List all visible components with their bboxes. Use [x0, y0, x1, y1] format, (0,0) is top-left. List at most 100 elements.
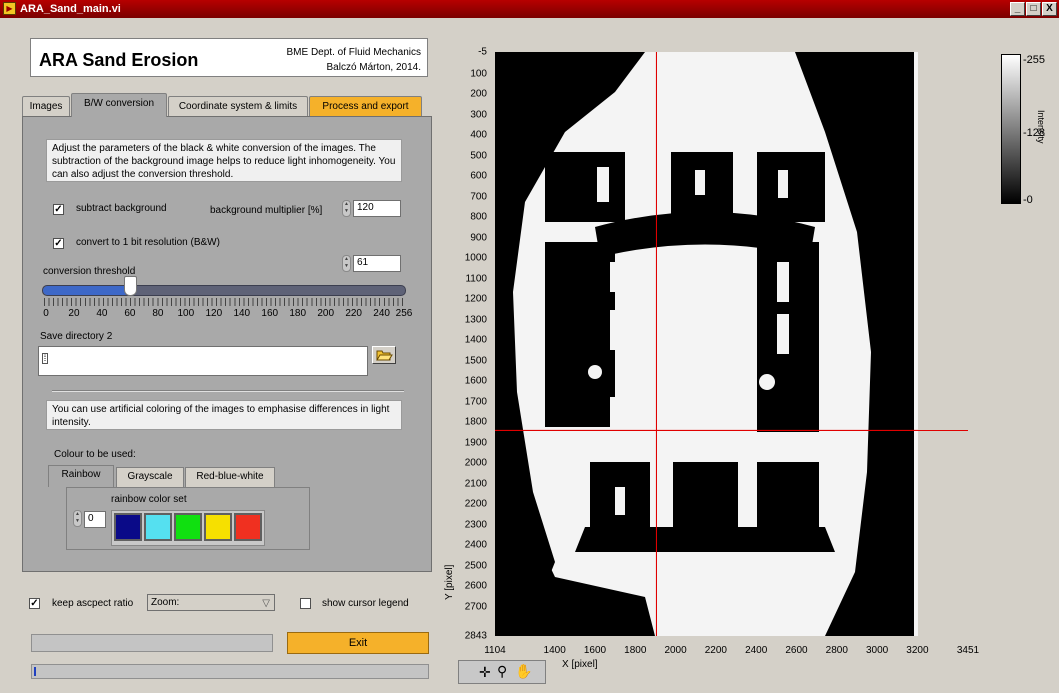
rainbow-swatch[interactable] [144, 513, 172, 541]
x-tick-label: 3200 [906, 645, 929, 656]
zoom-tool-icon[interactable]: ⚲ [497, 663, 507, 680]
y-tick-label: 2100 [464, 478, 487, 490]
header-panel: ARA Sand Erosion BME Dept. of Fluid Mech… [30, 38, 428, 77]
background-multiplier-input[interactable]: 120 [353, 200, 401, 217]
tab-rainbow[interactable]: Rainbow [48, 465, 114, 487]
tab-red-blue-white[interactable]: Red-blue-white [185, 467, 275, 487]
x-tick-label: 2600 [785, 645, 808, 656]
maximize-button[interactable]: □ [1026, 2, 1041, 16]
chevron-down-icon: ▽ [262, 598, 270, 609]
tab-bw-conversion[interactable]: B/W conversion [71, 93, 167, 117]
rainbow-swatch[interactable] [174, 513, 202, 541]
exit-button[interactable]: Exit [287, 632, 429, 654]
x-tick-label: 2000 [664, 645, 687, 656]
tab-coordinate-system[interactable]: Coordinate system & limits [168, 96, 308, 116]
y-tick-label: 1400 [464, 334, 487, 346]
x-tick-label: 3000 [865, 645, 889, 656]
x-tick-label: 2200 [704, 645, 727, 656]
slider-tick-marks [44, 298, 406, 306]
y-tick-label: 2200 [464, 498, 487, 510]
y-tick-label: 1200 [464, 293, 487, 305]
slider-tick-label: 160 [261, 308, 279, 319]
slider-tick-label: 100 [177, 308, 195, 319]
status-field [31, 634, 273, 652]
slider-tick-label: 60 [124, 308, 136, 319]
y-tick-label: 2700 [464, 601, 487, 613]
y-tick-label: 400 [470, 129, 487, 141]
subtract-background-checkbox[interactable]: ✓ [53, 204, 64, 215]
y-tick-label: 2400 [464, 539, 487, 551]
rainbow-index-input[interactable]: 0 [84, 511, 106, 528]
threshold-slider-track[interactable] [42, 285, 406, 296]
y-tick-label: 1900 [464, 437, 487, 449]
crosshair-tool-icon[interactable]: ✛ [479, 664, 491, 681]
threshold-slider-thumb[interactable] [124, 276, 138, 296]
y-tick-label: 300 [470, 109, 487, 121]
tab-process-export[interactable]: Process and export [309, 96, 422, 116]
close-button[interactable]: X [1042, 2, 1057, 16]
threshold-input[interactable]: 61 [353, 255, 401, 272]
multiplier-spinner-icon[interactable]: ▲ ▼ [342, 200, 351, 217]
tab-grayscale[interactable]: Grayscale [116, 467, 184, 487]
y-tick-label: 200 [470, 88, 487, 100]
x-tick-label: 1400 [543, 645, 566, 656]
save-directory-input[interactable]: ⁞ [38, 346, 368, 376]
slider-tick-label: 120 [205, 308, 223, 319]
window-title: ARA_Sand_main.vi [20, 3, 121, 15]
path-icon: ⁞ [42, 353, 48, 364]
pan-hand-icon[interactable]: ✋ [515, 663, 532, 680]
minimize-button[interactable]: _ [1010, 2, 1025, 16]
rainbow-color-set-label: rainbow color set [111, 494, 187, 505]
y-tick-label: 600 [470, 170, 487, 182]
subtract-background-label: subtract background [76, 203, 167, 214]
slider-tick-label: 220 [345, 308, 362, 319]
threshold-spinner-icon[interactable]: ▲ ▼ [342, 255, 351, 272]
x-tick-label: 1600 [583, 645, 607, 656]
browse-folder-button[interactable] [372, 346, 396, 364]
convert-1bit-checkbox[interactable]: ✓ [53, 238, 64, 249]
zoom-select[interactable]: Zoom: ▽ [147, 594, 275, 611]
x-tick-label: 1800 [624, 645, 647, 656]
slider-tick-label: 40 [96, 308, 108, 319]
rainbow-swatch[interactable] [234, 513, 262, 541]
y-tick-label: 800 [470, 211, 487, 223]
intensity-colorbar [1001, 54, 1021, 204]
author: Balczó Márton, 2014. [326, 62, 422, 73]
tab-images[interactable]: Images [22, 96, 70, 116]
y-axis-label: Y [pixel] [444, 564, 455, 600]
x-tick-label: 2400 [745, 645, 768, 656]
colorbar-label-min: -0 [1023, 194, 1033, 206]
keep-aspect-checkbox[interactable]: ✓ [29, 598, 40, 609]
labview-vi-icon: ▶ [3, 2, 16, 15]
rainbow-swatch[interactable] [114, 513, 142, 541]
binary-image-display[interactable] [495, 52, 918, 636]
x-axis-label: X [pixel] [562, 659, 598, 670]
section-divider [52, 390, 404, 392]
save-directory-label: Save directory 2 [40, 331, 113, 342]
colour-label: Colour to be used: [54, 449, 136, 460]
rainbow-swatch[interactable] [204, 513, 232, 541]
y-tick-label: 1500 [464, 355, 487, 367]
slider-tick-label: 240 [373, 308, 390, 319]
rainbow-index-spinner-icon[interactable]: ▲ ▼ [73, 510, 82, 527]
y-tick-label: 700 [470, 191, 487, 203]
y-tick-label: 1000 [464, 252, 487, 264]
graph-palette: ✛ ⚲ ✋ [458, 660, 546, 684]
cursor-vertical-extension [656, 52, 658, 636]
colorbar-label-max: -255 [1023, 54, 1046, 66]
slider-tick-label: 180 [289, 308, 307, 319]
cursor-horizontal-extension [495, 430, 968, 432]
dept-info: BME Dept. of Fluid Mechanics Balczó Márt… [287, 45, 422, 75]
sand-erosion-image [495, 52, 918, 636]
show-cursor-legend-checkbox[interactable] [300, 598, 311, 609]
background-multiplier-label: background multiplier [%] [210, 205, 323, 216]
dept-name: BME Dept. of Fluid Mechanics [286, 47, 422, 58]
y-tick-label: 2843 [464, 630, 487, 642]
y-tick-label: 1700 [464, 396, 487, 408]
threshold-label: conversion threshold [43, 266, 136, 277]
keep-aspect-label: keep ascpect ratio [52, 598, 134, 609]
y-tick-label: 100 [470, 68, 487, 80]
slider-tick-label: 140 [233, 308, 251, 319]
colorbar-title: Intensity [1036, 110, 1046, 144]
convert-1bit-label: convert to 1 bit resolution (B&W) [76, 237, 220, 248]
